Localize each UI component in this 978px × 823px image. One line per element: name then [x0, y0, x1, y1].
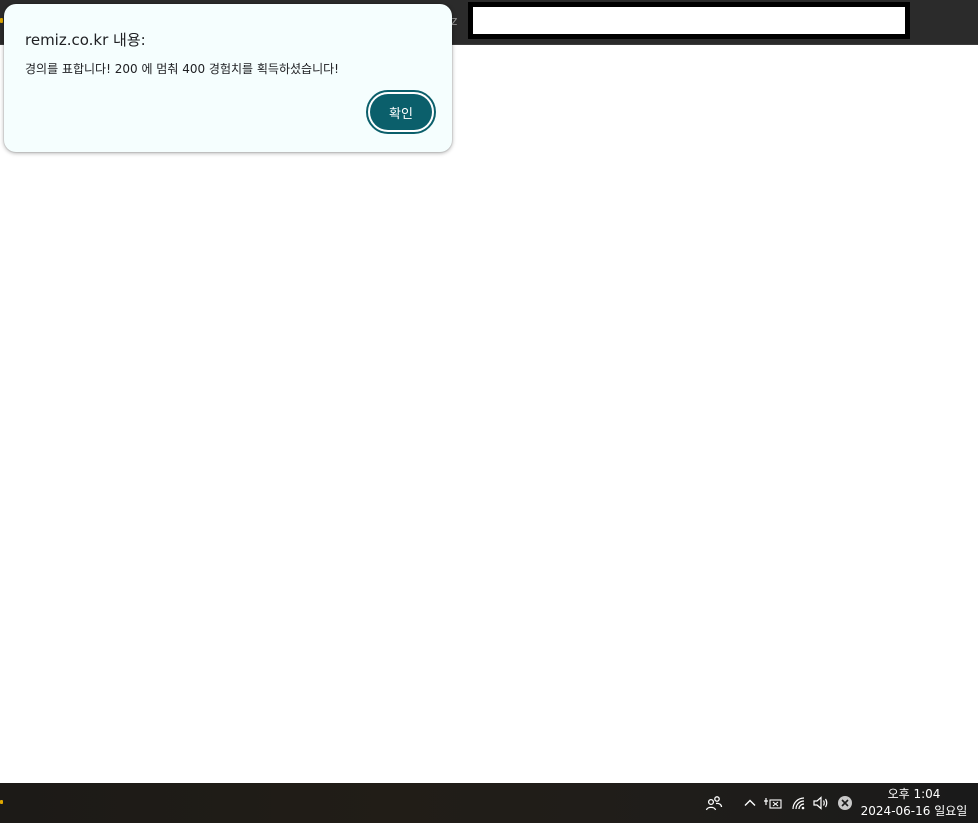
redacted-bar-inner	[473, 7, 905, 34]
taskbar: 오후 1:04 2024-06-16 일요일	[0, 783, 978, 823]
taskbar-indicator-icon	[0, 800, 3, 804]
tab-indicator-icon	[0, 18, 3, 23]
page-content	[0, 45, 978, 783]
people-icon[interactable]	[704, 793, 724, 813]
close-circle-icon[interactable]	[835, 793, 855, 813]
wifi-icon[interactable]	[789, 793, 809, 813]
dialog-title: remiz.co.kr 내용:	[25, 31, 146, 49]
keyboard-ime-icon[interactable]	[763, 793, 783, 813]
clock-date: 2024-06-16 일요일	[860, 804, 968, 818]
ok-button-label: 확인	[370, 94, 432, 130]
redacted-bar	[468, 2, 910, 39]
chevron-up-icon[interactable]	[740, 793, 760, 813]
speaker-icon[interactable]	[811, 793, 831, 813]
alert-dialog: remiz.co.kr 내용: 경의를 표합니다! 200 에 멈춰 400 경…	[4, 4, 452, 152]
system-clock[interactable]: 오후 1:04 2024-06-16 일요일	[858, 786, 970, 820]
dialog-message: 경의를 표합니다! 200 에 멈춰 400 경험치를 획득하셨습니다!	[25, 62, 339, 76]
ok-button[interactable]: 확인	[366, 90, 436, 134]
clock-time: 오후 1:04	[887, 787, 941, 801]
